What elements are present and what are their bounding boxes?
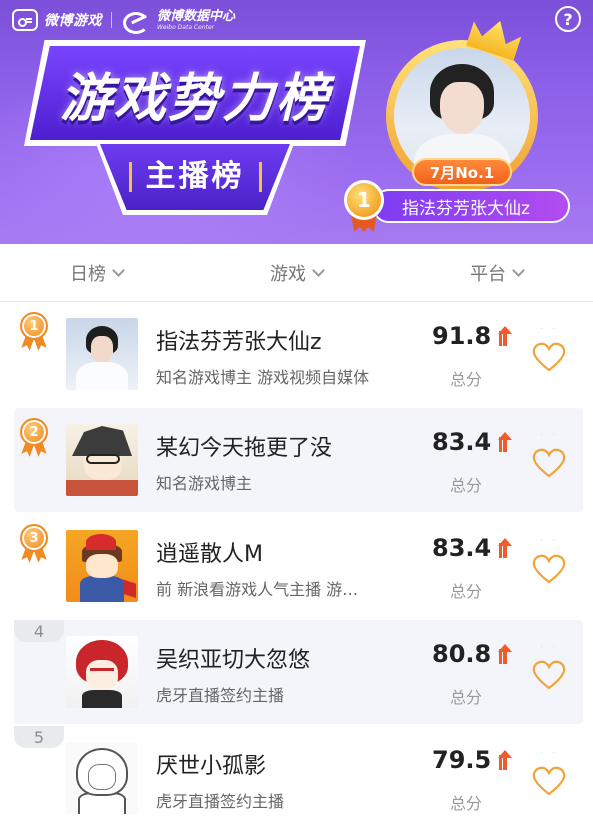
rank-number: 4 (14, 620, 64, 642)
data-center-logo: 微博数据中心 Weibo Data Center (157, 10, 235, 31)
streamer-description: 知名游戏博主 游戏视频自媒体 (156, 368, 370, 387)
sparkle-icon: · · (540, 748, 559, 759)
weibo-data-logo-icon (121, 9, 151, 34)
streamer-name[interactable]: 逍遥散人M (156, 536, 263, 568)
trend-up-icon (498, 326, 512, 346)
score-value: 79.5 (432, 746, 492, 774)
heart-icon[interactable] (532, 660, 566, 690)
list-item[interactable]: 2 某幻今天拖更了没 知名游戏博主 83.4 总分 · · (14, 408, 583, 512)
weibo-game-logo-icon (12, 9, 38, 31)
avatar[interactable] (66, 636, 138, 708)
filter-platform-label: 平台 (470, 264, 506, 285)
rank-number: 2 (20, 418, 48, 446)
data-center-name: 微博数据中心 (157, 8, 236, 24)
subtitle-box: 主播榜 (100, 144, 290, 210)
streamer-name[interactable]: 某幻今天拖更了没 (156, 430, 332, 462)
rank-number: 3 (20, 524, 48, 552)
brand-row: 微博游戏 微博数据中心 Weibo Data Center (12, 7, 235, 34)
brand-name: 微博游戏 (44, 13, 102, 29)
streamer-name[interactable]: 吴织亚切大忽悠 (156, 642, 310, 674)
streamer-name[interactable]: 厌世小孤影 (156, 748, 266, 780)
filter-platform-dropdown[interactable]: 平台 (470, 244, 525, 302)
heart-icon[interactable] (532, 554, 566, 584)
rank-number: 1 (20, 312, 48, 340)
trend-up-icon (498, 432, 512, 452)
sparkle-icon: · · (540, 324, 559, 335)
champion-rank: 1 (344, 180, 384, 220)
champion-month-label: 7月No.1 (412, 158, 512, 186)
trend-up-icon (498, 538, 512, 558)
rank-medal-icon: 1 (18, 312, 54, 356)
filter-bar: 日榜 游戏 平台 (0, 244, 593, 302)
streamer-description: 虎牙直播签约主播 (156, 686, 285, 705)
trend-up-icon (498, 750, 512, 770)
score-value: 80.8 (432, 640, 492, 668)
score-value: 83.4 (432, 534, 492, 562)
champion-name: 指法芬芳张大仙z (402, 198, 530, 219)
heart-icon[interactable] (532, 766, 566, 796)
trend-up-icon (498, 644, 512, 664)
gold-medal-icon: 1 (342, 180, 386, 236)
sparkle-icon: · · (540, 430, 559, 441)
avatar[interactable] (66, 742, 138, 814)
list-item[interactable]: 1 指法芬芳张大仙z 知名游戏博主 游戏视频自媒体 91.8 总分 · · (14, 302, 583, 406)
rank-medal-icon: 2 (18, 418, 54, 462)
avatar[interactable] (66, 318, 138, 390)
filter-game-dropdown[interactable]: 游戏 (270, 244, 325, 302)
sparkle-icon: · · (540, 642, 559, 653)
header-banner: 微博游戏 微博数据中心 Weibo Data Center ? 游戏势力榜 主播… (0, 0, 593, 244)
streamer-name[interactable]: 指法芬芳张大仙z (156, 324, 322, 356)
sparkle-icon: · · (540, 536, 559, 547)
filter-game-label: 游戏 (270, 264, 306, 285)
chevron-down-icon (112, 264, 125, 277)
rank-number: 5 (14, 726, 64, 748)
help-button[interactable]: ? (555, 6, 581, 32)
page-subtitle: 主播榜 (128, 162, 262, 192)
chevron-down-icon (512, 264, 525, 277)
score-label: 总分 (450, 476, 483, 495)
filter-period-dropdown[interactable]: 日榜 (70, 244, 125, 302)
brand-divider (111, 12, 112, 28)
score-label: 总分 (450, 688, 483, 707)
list-item[interactable]: 4 吴织亚切大忽悠 虎牙直播签约主播 80.8 总分 · · (14, 620, 583, 724)
streamer-description: 虎牙直播签约主播 (156, 792, 285, 811)
heart-icon[interactable] (532, 448, 566, 478)
score-value: 91.8 (432, 322, 492, 350)
rank-medal-icon: 3 (18, 524, 54, 568)
title-plate: 游戏势力榜 (30, 46, 360, 140)
heart-icon[interactable] (532, 342, 566, 372)
avatar[interactable] (66, 530, 138, 602)
score-label: 总分 (450, 582, 483, 601)
data-center-name-en: Weibo Data Center (157, 23, 215, 31)
list-item[interactable]: 5 厌世小孤影 虎牙直播签约主播 79.5 总分 · · (14, 726, 583, 821)
chevron-down-icon (312, 264, 325, 277)
title-badge: 游戏势力榜 主播榜 (24, 40, 366, 226)
filter-period-label: 日榜 (70, 264, 106, 285)
page-title: 游戏势力榜 (59, 68, 330, 129)
streamer-description: 前 新浪看游戏人气主播 游… (156, 580, 359, 599)
score-label: 总分 (450, 370, 483, 389)
champion-name-pill[interactable]: 指法芬芳张大仙z (372, 189, 570, 223)
score-value: 83.4 (432, 428, 492, 456)
list-item[interactable]: 3 逍遥散人M 前 新浪看游戏人气主播 游… 83.4 总分 · · (14, 514, 583, 618)
subtitle-plate: 主播榜 (95, 141, 295, 215)
score-label: 总分 (450, 794, 483, 813)
streamer-description: 知名游戏博主 (156, 474, 253, 493)
avatar[interactable] (66, 424, 138, 496)
